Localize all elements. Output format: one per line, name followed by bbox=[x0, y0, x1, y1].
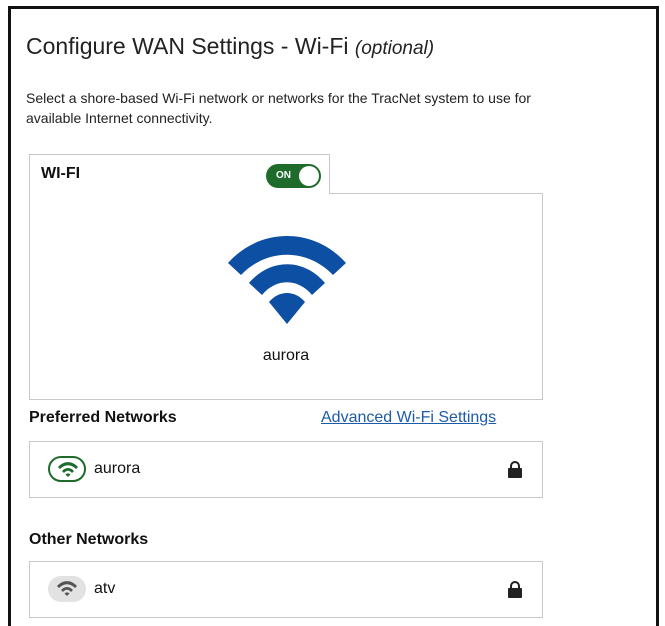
wifi-icon bbox=[48, 576, 86, 602]
other-network-row[interactable]: atv bbox=[29, 561, 543, 618]
wifi-toggle-label: ON bbox=[276, 170, 291, 181]
optional-tag: (optional) bbox=[354, 38, 435, 59]
page-description: Select a shore-based Wi-Fi network or ne… bbox=[26, 90, 531, 126]
wifi-icon bbox=[228, 236, 346, 324]
tab-wifi: WI-FI ON bbox=[29, 154, 330, 194]
preferred-networks-title: Preferred Networks bbox=[29, 409, 177, 426]
lock-icon bbox=[508, 461, 522, 478]
network-name: aurora bbox=[94, 460, 141, 477]
wifi-icon bbox=[48, 456, 86, 482]
network-name: atv bbox=[94, 580, 116, 597]
preferred-network-row[interactable]: aurora bbox=[29, 441, 543, 498]
lock-icon bbox=[508, 581, 522, 598]
page-title: Configure WAN Settings - Wi-Fi (optional… bbox=[26, 33, 434, 60]
toggle-knob bbox=[299, 166, 319, 186]
page-title-text: Configure WAN Settings - Wi-Fi bbox=[26, 33, 349, 59]
advanced-wifi-settings-link[interactable]: Advanced Wi-Fi Settings bbox=[321, 409, 496, 427]
wifi-status-panel: aurora bbox=[29, 193, 543, 400]
other-networks-title: Other Networks bbox=[29, 531, 149, 548]
wifi-toggle[interactable]: ON bbox=[266, 164, 321, 188]
connected-network-name: aurora bbox=[262, 347, 310, 364]
tab-wifi-label: WI-FI bbox=[41, 165, 81, 182]
